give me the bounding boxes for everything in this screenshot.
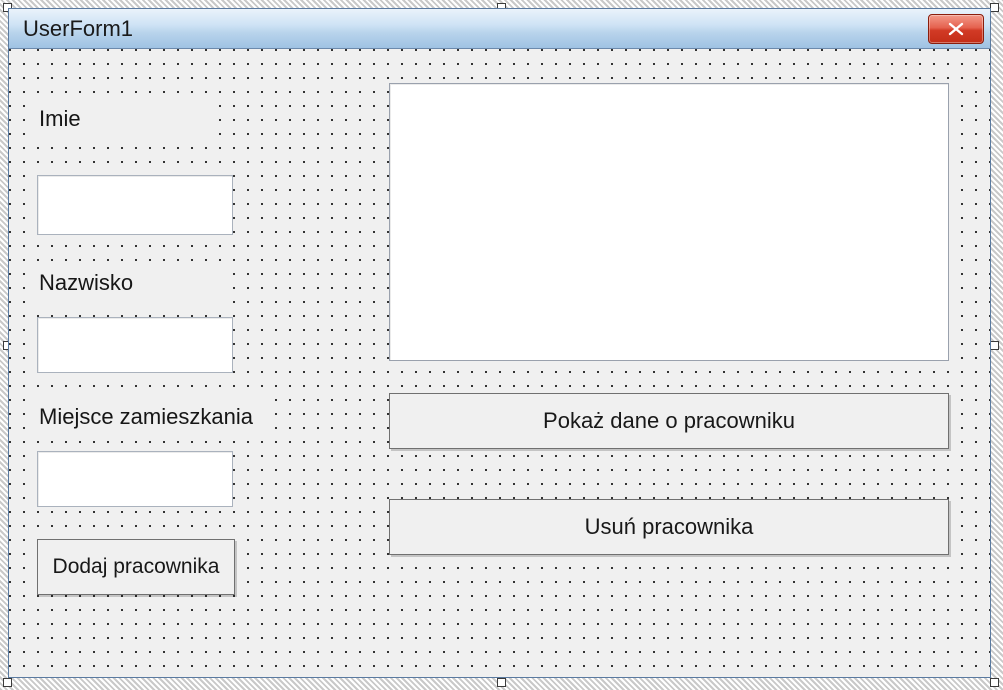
close-button[interactable] xyxy=(928,14,984,44)
label-nazwisko: Nazwisko xyxy=(33,265,233,303)
resize-handle-e[interactable] xyxy=(990,341,999,350)
titlebar[interactable]: UserForm1 xyxy=(9,9,990,49)
form-body: Imie Nazwisko Miejsce zamieszkania Dodaj… xyxy=(9,49,990,677)
resize-handle-se[interactable] xyxy=(990,678,999,687)
add-employee-button[interactable]: Dodaj pracownika xyxy=(37,539,235,595)
design-surface: UserForm1 Imie Nazwisko Miejsce zamieszk… xyxy=(0,0,1003,690)
input-nazwisko[interactable] xyxy=(37,317,233,373)
label-imie: Imie xyxy=(33,101,213,139)
employee-listbox[interactable] xyxy=(389,83,949,361)
userform-window: UserForm1 Imie Nazwisko Miejsce zamieszk… xyxy=(8,8,991,678)
close-icon xyxy=(947,22,965,36)
input-imie[interactable] xyxy=(37,175,233,235)
resize-handle-s[interactable] xyxy=(497,678,506,687)
resize-handle-ne[interactable] xyxy=(990,3,999,12)
window-title: UserForm1 xyxy=(23,16,928,42)
input-miejsce[interactable] xyxy=(37,451,233,507)
show-employee-button[interactable]: Pokaż dane o pracowniku xyxy=(389,393,949,449)
resize-handle-sw[interactable] xyxy=(3,678,12,687)
delete-employee-button[interactable]: Usuń pracownika xyxy=(389,499,949,555)
label-miejsce: Miejsce zamieszkania xyxy=(33,399,263,437)
